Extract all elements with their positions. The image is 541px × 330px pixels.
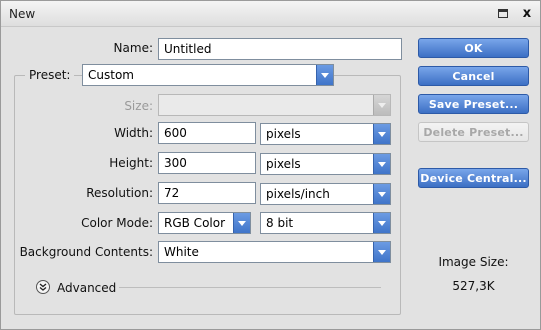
chevron-down-icon	[316, 65, 333, 85]
preset-select[interactable]: Custom	[82, 64, 334, 86]
save-preset-button[interactable]: Save Preset...	[418, 94, 529, 114]
resolution-input[interactable]: 72	[158, 182, 256, 204]
height-unit-select[interactable]: pixels	[260, 153, 391, 175]
height-input[interactable]: 300	[158, 152, 256, 174]
image-size-value: 527,3K	[452, 279, 495, 293]
preset-label: Preset:	[25, 68, 75, 82]
chevron-down-icon	[373, 213, 390, 233]
cancel-button[interactable]: Cancel	[418, 66, 529, 86]
new-document-dialog: New x Name: Untitled Preset: Custom Size…	[0, 0, 541, 330]
chevron-down-icon	[373, 124, 390, 144]
ok-button[interactable]: OK	[418, 38, 529, 58]
maximize-icon[interactable]	[496, 6, 510, 20]
delete-preset-button: Delete Preset...	[418, 122, 529, 142]
bit-depth-value: 8 bit	[266, 216, 294, 230]
image-size-label: Image Size:	[438, 255, 509, 269]
background-contents-value: White	[164, 245, 199, 259]
advanced-divider	[119, 287, 381, 288]
preset-value: Custom	[88, 68, 134, 82]
chevron-double-down-icon[interactable]	[36, 280, 50, 294]
width-input[interactable]: 600	[158, 122, 256, 144]
dialog-title: New	[9, 7, 36, 21]
color-mode-label: Color Mode:	[81, 216, 153, 230]
resolution-unit-value: pixels/inch	[266, 187, 330, 201]
resolution-unit-select[interactable]: pixels/inch	[260, 183, 391, 205]
chevron-down-icon	[373, 184, 390, 204]
color-mode-value: RGB Color	[164, 216, 226, 230]
resolution-label: Resolution:	[86, 186, 153, 200]
chevron-down-icon	[373, 154, 390, 174]
size-label: Size:	[124, 99, 153, 113]
chevron-down-icon	[233, 213, 250, 233]
name-input[interactable]: Untitled	[158, 38, 402, 60]
name-label: Name:	[113, 41, 153, 55]
size-select	[158, 94, 391, 116]
chevron-down-icon	[373, 95, 390, 115]
width-label: Width:	[114, 126, 153, 140]
color-mode-select[interactable]: RGB Color	[158, 212, 251, 234]
background-contents-select[interactable]: White	[158, 241, 391, 263]
device-central-button[interactable]: Device Central...	[418, 168, 529, 188]
close-icon[interactable]: x	[520, 6, 534, 21]
chevron-down-icon	[373, 242, 390, 262]
title-bar[interactable]: New x	[1, 1, 540, 27]
background-contents-label: Background Contents:	[19, 245, 153, 259]
height-unit-value: pixels	[266, 157, 301, 171]
width-unit-select[interactable]: pixels	[260, 123, 391, 145]
advanced-label[interactable]: Advanced	[57, 281, 116, 295]
width-unit-value: pixels	[266, 127, 301, 141]
bit-depth-select[interactable]: 8 bit	[260, 212, 391, 234]
height-label: Height:	[109, 156, 153, 170]
